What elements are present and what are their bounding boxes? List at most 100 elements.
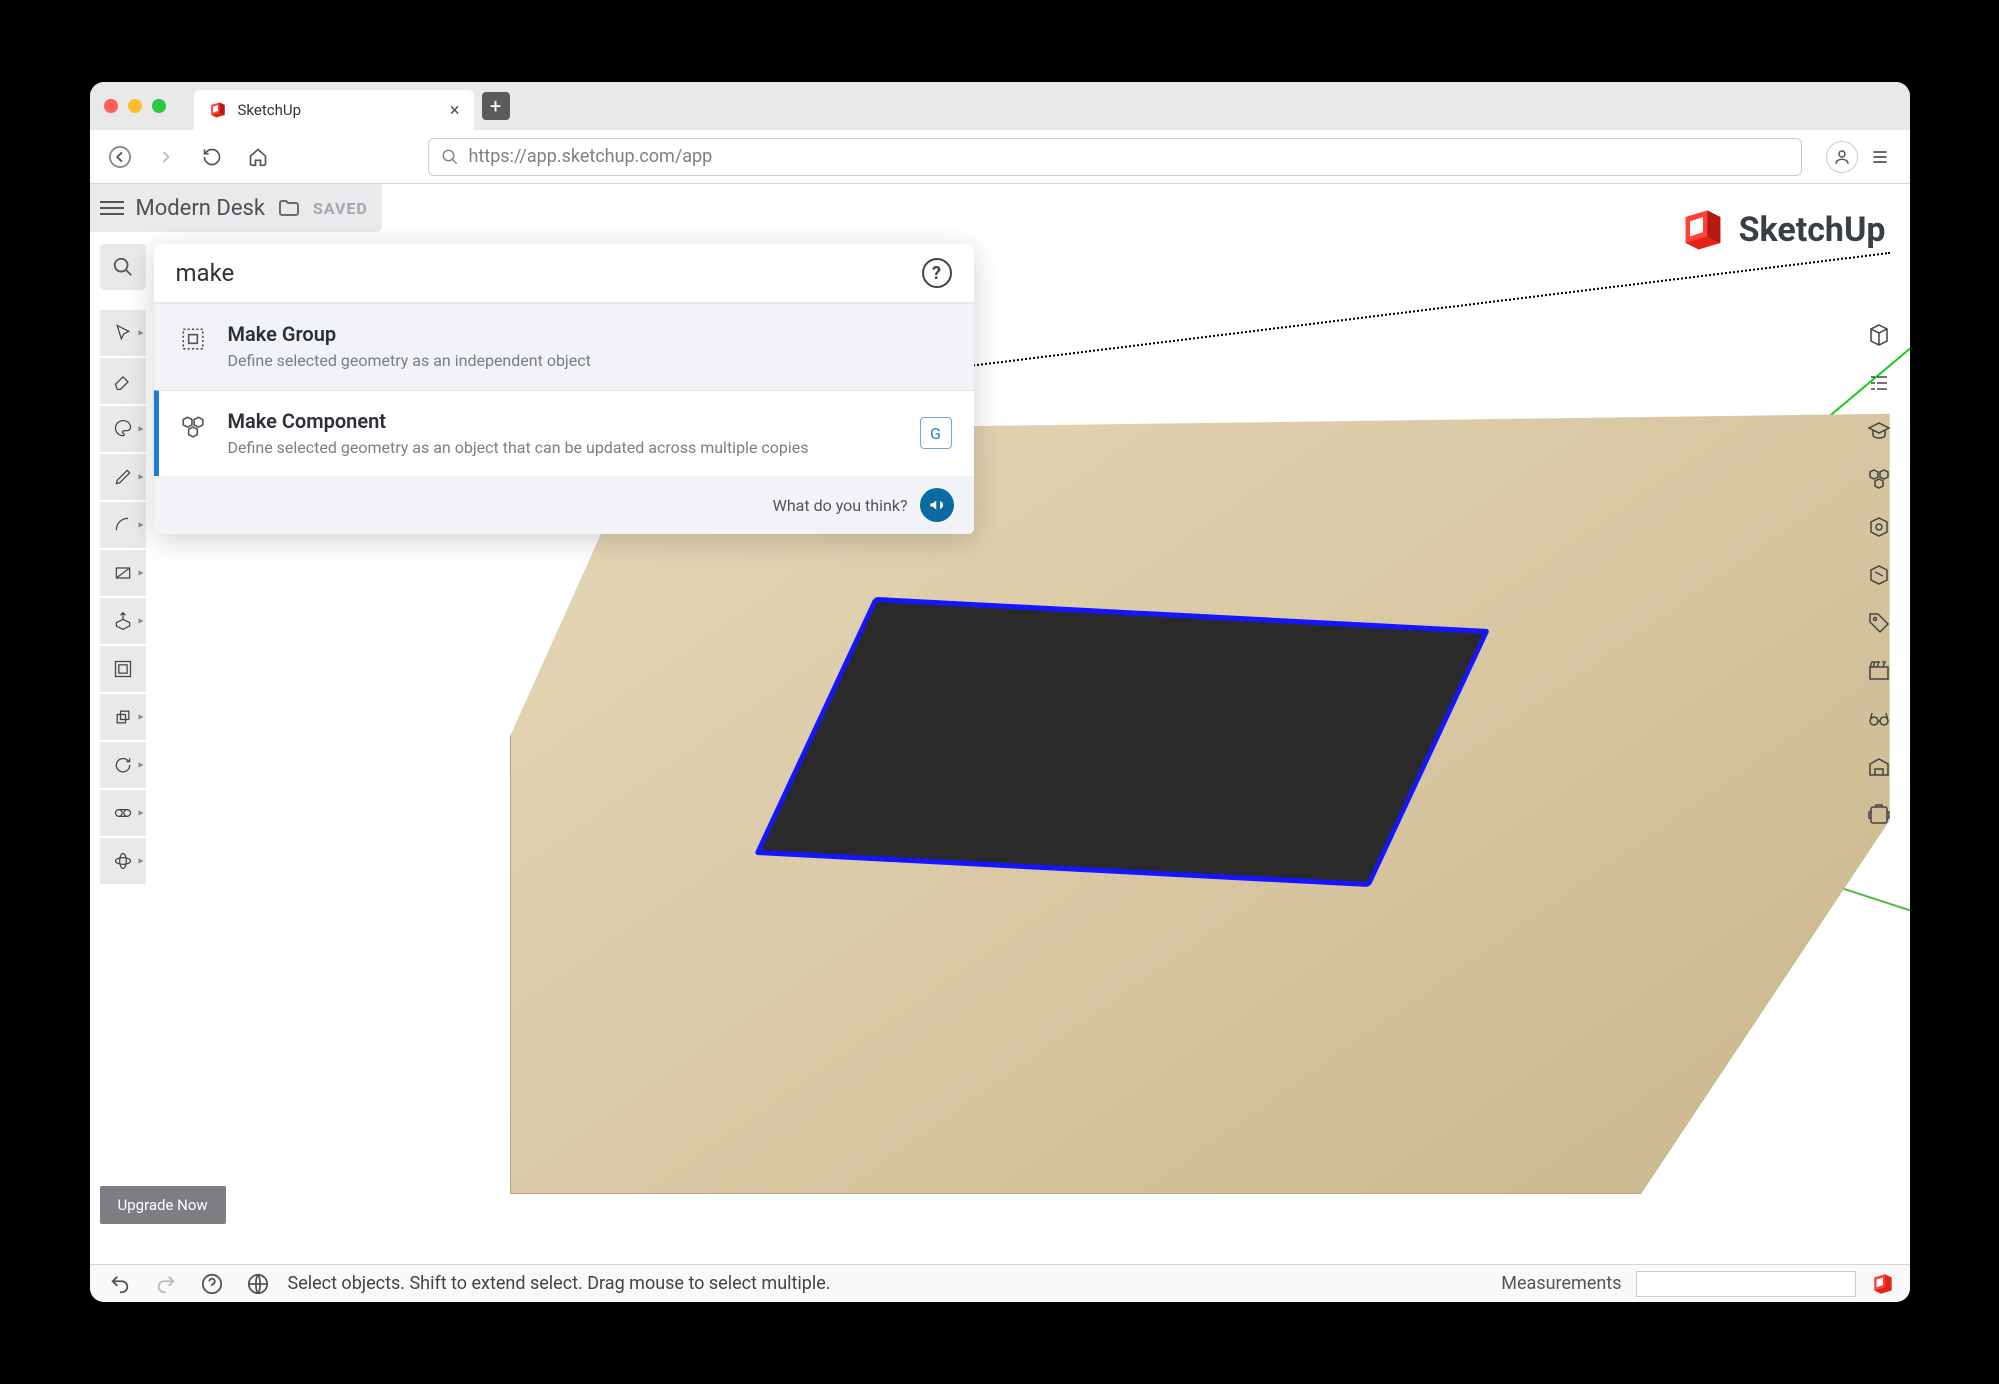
offset-icon bbox=[113, 659, 133, 679]
sketchup-mini-icon[interactable] bbox=[1870, 1271, 1896, 1297]
bullhorn-icon bbox=[928, 496, 946, 514]
reload-button[interactable] bbox=[196, 141, 228, 173]
clapper-icon bbox=[1867, 659, 1891, 683]
browser-toolbar: https://app.sketchup.com/app bbox=[90, 130, 1910, 184]
window-minimize-button[interactable] bbox=[128, 99, 142, 113]
panel-display[interactable] bbox=[1858, 698, 1900, 740]
right-panel-bar bbox=[1858, 314, 1900, 836]
list-icon bbox=[1867, 371, 1891, 395]
brand-logo: SketchUp bbox=[1677, 204, 1886, 256]
tool-offset[interactable] bbox=[100, 646, 146, 692]
result-title: Make Component bbox=[228, 409, 902, 433]
feedback-row: What do you think? bbox=[154, 476, 974, 534]
model-viewport[interactable]: Modern Desk SAVED SketchUp ▸ ▸ ▸ ▸ ▸ bbox=[90, 184, 1910, 1264]
help-button[interactable]: ? bbox=[922, 258, 952, 288]
styles-icon bbox=[1867, 563, 1891, 587]
materials-icon bbox=[1867, 515, 1891, 539]
tool-tape[interactable]: ▸ bbox=[100, 790, 146, 836]
tool-pushpull[interactable]: ▸ bbox=[100, 598, 146, 644]
tool-orbit[interactable]: ▸ bbox=[100, 838, 146, 884]
url-text: https://app.sketchup.com/app bbox=[469, 146, 713, 167]
paint-icon bbox=[113, 419, 133, 439]
command-search-button[interactable] bbox=[100, 244, 146, 290]
warehouse-icon bbox=[1867, 755, 1891, 779]
tool-line[interactable]: ▸ bbox=[100, 454, 146, 500]
panel-tags[interactable] bbox=[1858, 602, 1900, 644]
feedback-button[interactable] bbox=[920, 488, 954, 522]
search-result-make-group[interactable]: Make Group Define selected geometry as a… bbox=[154, 303, 974, 390]
address-bar[interactable]: https://app.sketchup.com/app bbox=[428, 138, 1802, 176]
boxes-icon bbox=[1867, 467, 1891, 491]
orbit-icon bbox=[113, 851, 133, 871]
redo-button[interactable] bbox=[150, 1268, 182, 1300]
component-icon bbox=[176, 409, 210, 443]
pencil-icon bbox=[113, 467, 133, 487]
help-icon bbox=[201, 1273, 223, 1295]
panel-scenes[interactable] bbox=[1858, 650, 1900, 692]
undo-icon bbox=[109, 1273, 131, 1295]
main-menu-button[interactable] bbox=[100, 201, 124, 215]
extension-icon bbox=[1867, 803, 1891, 827]
panel-extensions[interactable] bbox=[1858, 794, 1900, 836]
globe-icon bbox=[247, 1273, 269, 1295]
home-button[interactable] bbox=[242, 141, 274, 173]
keyboard-shortcut: G bbox=[920, 417, 952, 449]
tool-arc[interactable]: ▸ bbox=[100, 502, 146, 548]
status-help-button[interactable] bbox=[196, 1268, 228, 1300]
forward-button[interactable] bbox=[150, 141, 182, 173]
search-icon bbox=[441, 148, 459, 166]
panel-entity-info[interactable] bbox=[1858, 314, 1900, 356]
sketchup-favicon bbox=[208, 100, 228, 120]
browser-tab[interactable]: SketchUp × bbox=[194, 90, 474, 130]
arc-icon bbox=[113, 515, 133, 535]
result-description: Define selected geometry as an independe… bbox=[228, 350, 848, 372]
language-button[interactable] bbox=[242, 1268, 274, 1300]
measurements-input[interactable] bbox=[1636, 1271, 1856, 1297]
search-result-make-component[interactable]: Make Component Define selected geometry … bbox=[154, 390, 974, 477]
window-close-button[interactable] bbox=[104, 99, 118, 113]
status-bar: Select objects. Shift to extend select. … bbox=[90, 1264, 1910, 1302]
sketchup-app: Modern Desk SAVED SketchUp ▸ ▸ ▸ ▸ ▸ bbox=[90, 184, 1910, 1302]
tool-rectangle[interactable]: ▸ bbox=[100, 550, 146, 596]
undo-button[interactable] bbox=[104, 1268, 136, 1300]
brand-name: SketchUp bbox=[1739, 210, 1886, 250]
left-toolbar: ▸ ▸ ▸ ▸ ▸ ▸ ▸ ▸ ▸ ▸ bbox=[100, 244, 146, 884]
panel-materials[interactable] bbox=[1858, 506, 1900, 548]
tool-eraser[interactable] bbox=[100, 358, 146, 404]
eraser-icon bbox=[113, 371, 133, 391]
folder-icon[interactable] bbox=[277, 196, 301, 220]
panel-3dwarehouse[interactable] bbox=[1858, 746, 1900, 788]
browser-tab-title: SketchUp bbox=[238, 101, 440, 119]
panel-instructor[interactable] bbox=[1858, 410, 1900, 452]
feedback-prompt: What do you think? bbox=[773, 496, 908, 515]
search-icon bbox=[112, 256, 134, 278]
app-header: Modern Desk SAVED bbox=[90, 184, 382, 232]
sketchup-logo-icon bbox=[1677, 204, 1729, 256]
tab-close-button[interactable]: × bbox=[450, 100, 460, 121]
panel-components[interactable] bbox=[1858, 458, 1900, 500]
command-search-input[interactable] bbox=[176, 259, 908, 287]
account-button[interactable] bbox=[1826, 141, 1858, 173]
back-button[interactable] bbox=[104, 141, 136, 173]
status-hint: Select objects. Shift to extend select. … bbox=[288, 1273, 831, 1294]
panel-outliner[interactable] bbox=[1858, 362, 1900, 404]
group-icon bbox=[176, 322, 210, 356]
panel-styles[interactable] bbox=[1858, 554, 1900, 596]
tool-rotate[interactable]: ▸ bbox=[100, 742, 146, 788]
rotate-icon bbox=[113, 755, 133, 775]
window-zoom-button[interactable] bbox=[152, 99, 166, 113]
tool-select[interactable]: ▸ bbox=[100, 310, 146, 356]
save-status: SAVED bbox=[313, 199, 368, 218]
project-name[interactable]: Modern Desk bbox=[136, 196, 266, 221]
browser-tab-strip: SketchUp × + bbox=[90, 82, 1910, 130]
tool-move[interactable]: ▸ bbox=[100, 694, 146, 740]
pushpull-icon bbox=[113, 611, 133, 631]
browser-menu-button[interactable] bbox=[1864, 141, 1896, 173]
glasses-icon bbox=[1867, 707, 1891, 731]
upgrade-button[interactable]: Upgrade Now bbox=[100, 1186, 226, 1224]
new-tab-button[interactable]: + bbox=[482, 92, 510, 120]
browser-window: SketchUp × + https://app.sketchup.com/ap… bbox=[90, 82, 1910, 1302]
tool-paint[interactable]: ▸ bbox=[100, 406, 146, 452]
window-controls bbox=[104, 99, 166, 113]
redo-icon bbox=[155, 1273, 177, 1295]
